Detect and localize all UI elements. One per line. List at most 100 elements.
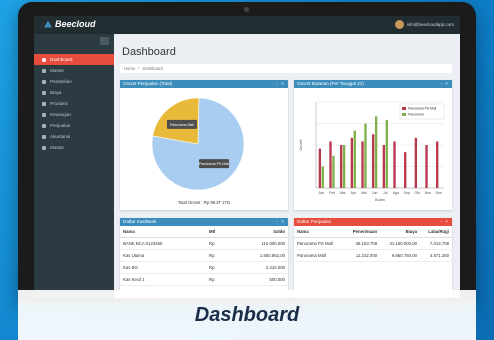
cash-bank-box-title: Daftar Kas/Bank (123, 219, 157, 224)
pie-slice-label: Panorama PS Mall (199, 162, 229, 166)
bar-panorama-ps-mall-jun[interactable] (372, 134, 375, 188)
table-row[interactable]: Kas Utama Rp 1.650.862,00 (120, 249, 288, 262)
table-row[interactable]: BANK BCA 0123456 Rp 110.000.000 (120, 237, 288, 250)
table-row[interactable]: Panorama Mall 11.232.000 6.660.750,00 4.571… (294, 249, 452, 262)
sidebar-menu: Dashboard Master Pembelian Biaya Produksi Keu… (34, 54, 114, 153)
menu-icon (42, 134, 46, 139)
bar-panorama-ps-mall-feb[interactable] (329, 141, 332, 188)
pie-box-tools[interactable]: - × (277, 80, 286, 88)
bar-panorama-ps-mall-jan[interactable] (318, 148, 322, 188)
table-cell: 31.150.000,00 (380, 237, 421, 250)
bar-panorama-ps-mall-mei[interactable] (361, 141, 364, 188)
cash-bank-box-tools[interactable]: - × (277, 218, 286, 226)
x-axis-label: Bulan (375, 198, 385, 202)
column-header[interactable]: Biaya (380, 226, 421, 238)
sales-box: Daftar Penjualan - × Nama Penerimaan Biaya… (294, 218, 452, 298)
column-header[interactable]: Penerimaan (343, 226, 381, 238)
table-row[interactable]: Kas Kecil 1 Rp 500.000 (120, 273, 288, 286)
sidebar-item-label: Penjualan (50, 123, 71, 128)
bar-chart: Jan Feb Mar Apr Mei Jun Jul Ags Sep Okt Nov Des Bula… (299, 101, 445, 202)
table-cell: Rp (205, 261, 230, 274)
x-tick-label: Des (435, 191, 442, 195)
bar-panorama-mar[interactable] (342, 145, 346, 188)
sidebar-item-biaya[interactable]: Biaya (34, 87, 114, 98)
sidebar-item-pembelian[interactable]: Pembelian (34, 76, 114, 87)
sidebar-item-label: Pembelian (50, 79, 72, 84)
table-cell: 38.163.708 (343, 237, 381, 250)
menu-icon (42, 68, 46, 73)
sales-box-title: Daftar Penjualan (297, 219, 332, 224)
table-cell: Rp (205, 237, 230, 250)
caption-text: Dashboard (194, 303, 300, 326)
menu-icon (42, 145, 46, 150)
sales-box-tools[interactable]: - × (441, 218, 450, 226)
table-cell: Panorama Mall (294, 249, 344, 262)
logo-icon (44, 20, 52, 28)
column-header[interactable]: Saldo (229, 226, 288, 238)
column-header[interactable]: Nama (120, 226, 206, 238)
sidebar-item-master[interactable]: Master (34, 142, 114, 153)
bar-panorama-apr[interactable] (353, 130, 356, 188)
table-cell: 1.650.862,00 (229, 249, 288, 262)
table-row[interactable]: Kas BG Rp 2.210.000 (120, 261, 288, 274)
table-cell: Kas Kecil 1 (120, 273, 206, 286)
table-cell: 110.000.000 (229, 237, 288, 250)
table-row[interactable]: Panorama PS Mall 38.163.708 31.150.000,00 7… (294, 237, 452, 250)
sidebar-item-keuangan[interactable]: Keuangan (34, 109, 114, 120)
pie-chart: Panorama PS Mall Panorama Mall Total Omzet… (151, 97, 245, 205)
bar-panorama-mei[interactable] (364, 123, 367, 189)
bar-panorama-ps-mall-mar[interactable] (340, 145, 343, 188)
menu-icon (42, 79, 46, 84)
x-tick-label: Apr (351, 191, 357, 195)
bar-panorama-ps-mall-okt[interactable] (414, 137, 418, 188)
cash-bank-table: Nama Mtl Saldo BANK BCA 0123456 Rp 110.000.0… (120, 226, 288, 286)
sidebar-item-label: Dashboard (50, 57, 73, 62)
user-menu[interactable]: info@beecloudapp.com (394, 20, 454, 29)
sidebar-item-produksi[interactable]: Produksi (34, 98, 114, 109)
sidebar-item-label: Keuangan (50, 112, 71, 117)
menu-icon (42, 123, 46, 128)
column-header[interactable]: Laba/Rugi (420, 226, 452, 238)
bar-panorama-ps-mall-sep[interactable] (404, 152, 407, 188)
bar-box-tools[interactable]: - × (441, 80, 450, 88)
sidebar-item-akuntansi[interactable]: Akuntansi (34, 131, 114, 142)
menu-icon (42, 57, 46, 62)
x-tick-label: Jul (383, 191, 388, 195)
page-title: Dashboard (122, 46, 176, 58)
logo-text: Beecloud (55, 19, 96, 29)
bar-panorama-feb[interactable] (332, 155, 335, 188)
monitor-frame: Beecloud info@beecloudapp.com Dashboard M… (18, 2, 476, 302)
bar-panorama-ps-mall-des[interactable] (436, 141, 439, 188)
sidebar-item-master[interactable]: Master (34, 65, 114, 76)
webcam (244, 7, 249, 12)
sidebar-item-dashboard[interactable]: Dashboard (34, 54, 114, 65)
sidebar-item-label: Biaya (50, 90, 62, 95)
breadcrumb-separator: / (138, 66, 140, 71)
column-header[interactable]: Mtl (205, 226, 230, 238)
pie-total-text: Total Omzet : Rp 98.3T 1TD (178, 200, 230, 205)
app-logo[interactable]: Beecloud (44, 19, 96, 29)
bar-panorama-jul[interactable] (385, 119, 388, 188)
x-tick-label: Ags (393, 191, 399, 195)
table-cell: Kas BG (120, 261, 206, 274)
sidebar-item-penjualan[interactable]: Penjualan (34, 120, 114, 131)
table-cell: 2.210.000 (229, 261, 288, 274)
breadcrumb-home[interactable]: Home (124, 66, 135, 71)
pie-chart-box: Omzet Penjualan (Total) - × Panorama PS … (120, 80, 288, 210)
bar-panorama-ps-mall-apr[interactable] (350, 137, 354, 188)
top-navbar: Beecloud info@beecloudapp.com (34, 16, 460, 34)
bar-panorama-ps-mall-jul[interactable] (382, 145, 386, 188)
bar-panorama-jun[interactable] (374, 116, 378, 188)
bar-panorama-ps-mall-nov[interactable] (425, 145, 428, 188)
column-header[interactable]: Nama (294, 226, 344, 238)
user-email: info@beecloudapp.com (406, 22, 454, 27)
x-tick-label: Jun (372, 191, 378, 195)
sidebar-item-label: Master (50, 68, 65, 73)
main-content: Dashboard Home / Dashboard Omzet Penjual… (114, 34, 460, 298)
bar-panorama-ps-mall-ags[interactable] (393, 141, 396, 188)
bar-panorama-jan[interactable] (321, 166, 324, 189)
sidebar-toggle-button[interactable] (100, 37, 109, 45)
sidebar: Dashboard Master Pembelian Biaya Produksi Keu… (34, 34, 114, 298)
x-tick-label: Sep (403, 191, 409, 195)
bar-chart-box: Omzet Bulanan (Per Tanggal 31) - × Jan Fe… (294, 80, 452, 210)
